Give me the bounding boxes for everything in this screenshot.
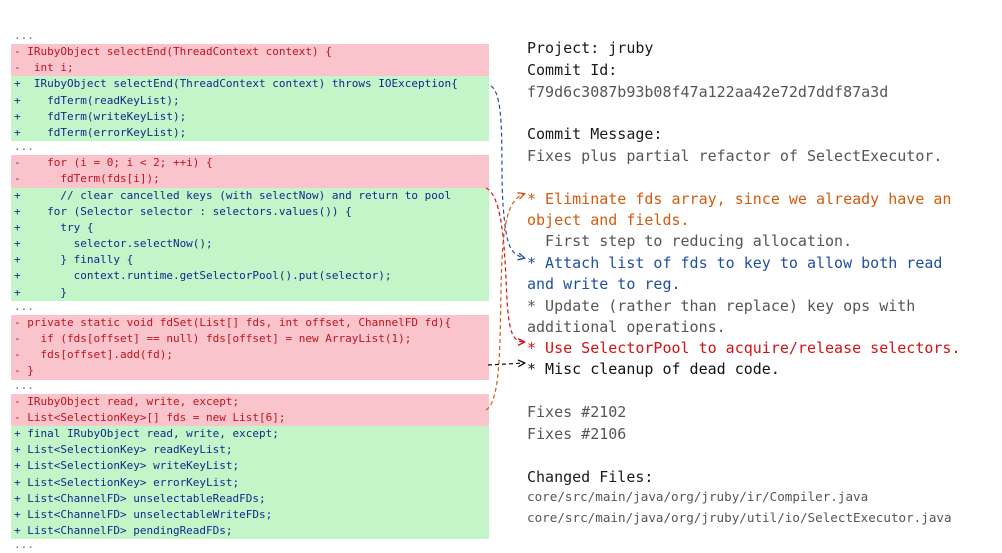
- diff-line-context: ...: [11, 539, 489, 553]
- link-arrows: [485, 85, 1002, 411]
- arrow-blue: [490, 85, 524, 258]
- arrow-red: [485, 187, 524, 342]
- arrow-black: [487, 363, 524, 365]
